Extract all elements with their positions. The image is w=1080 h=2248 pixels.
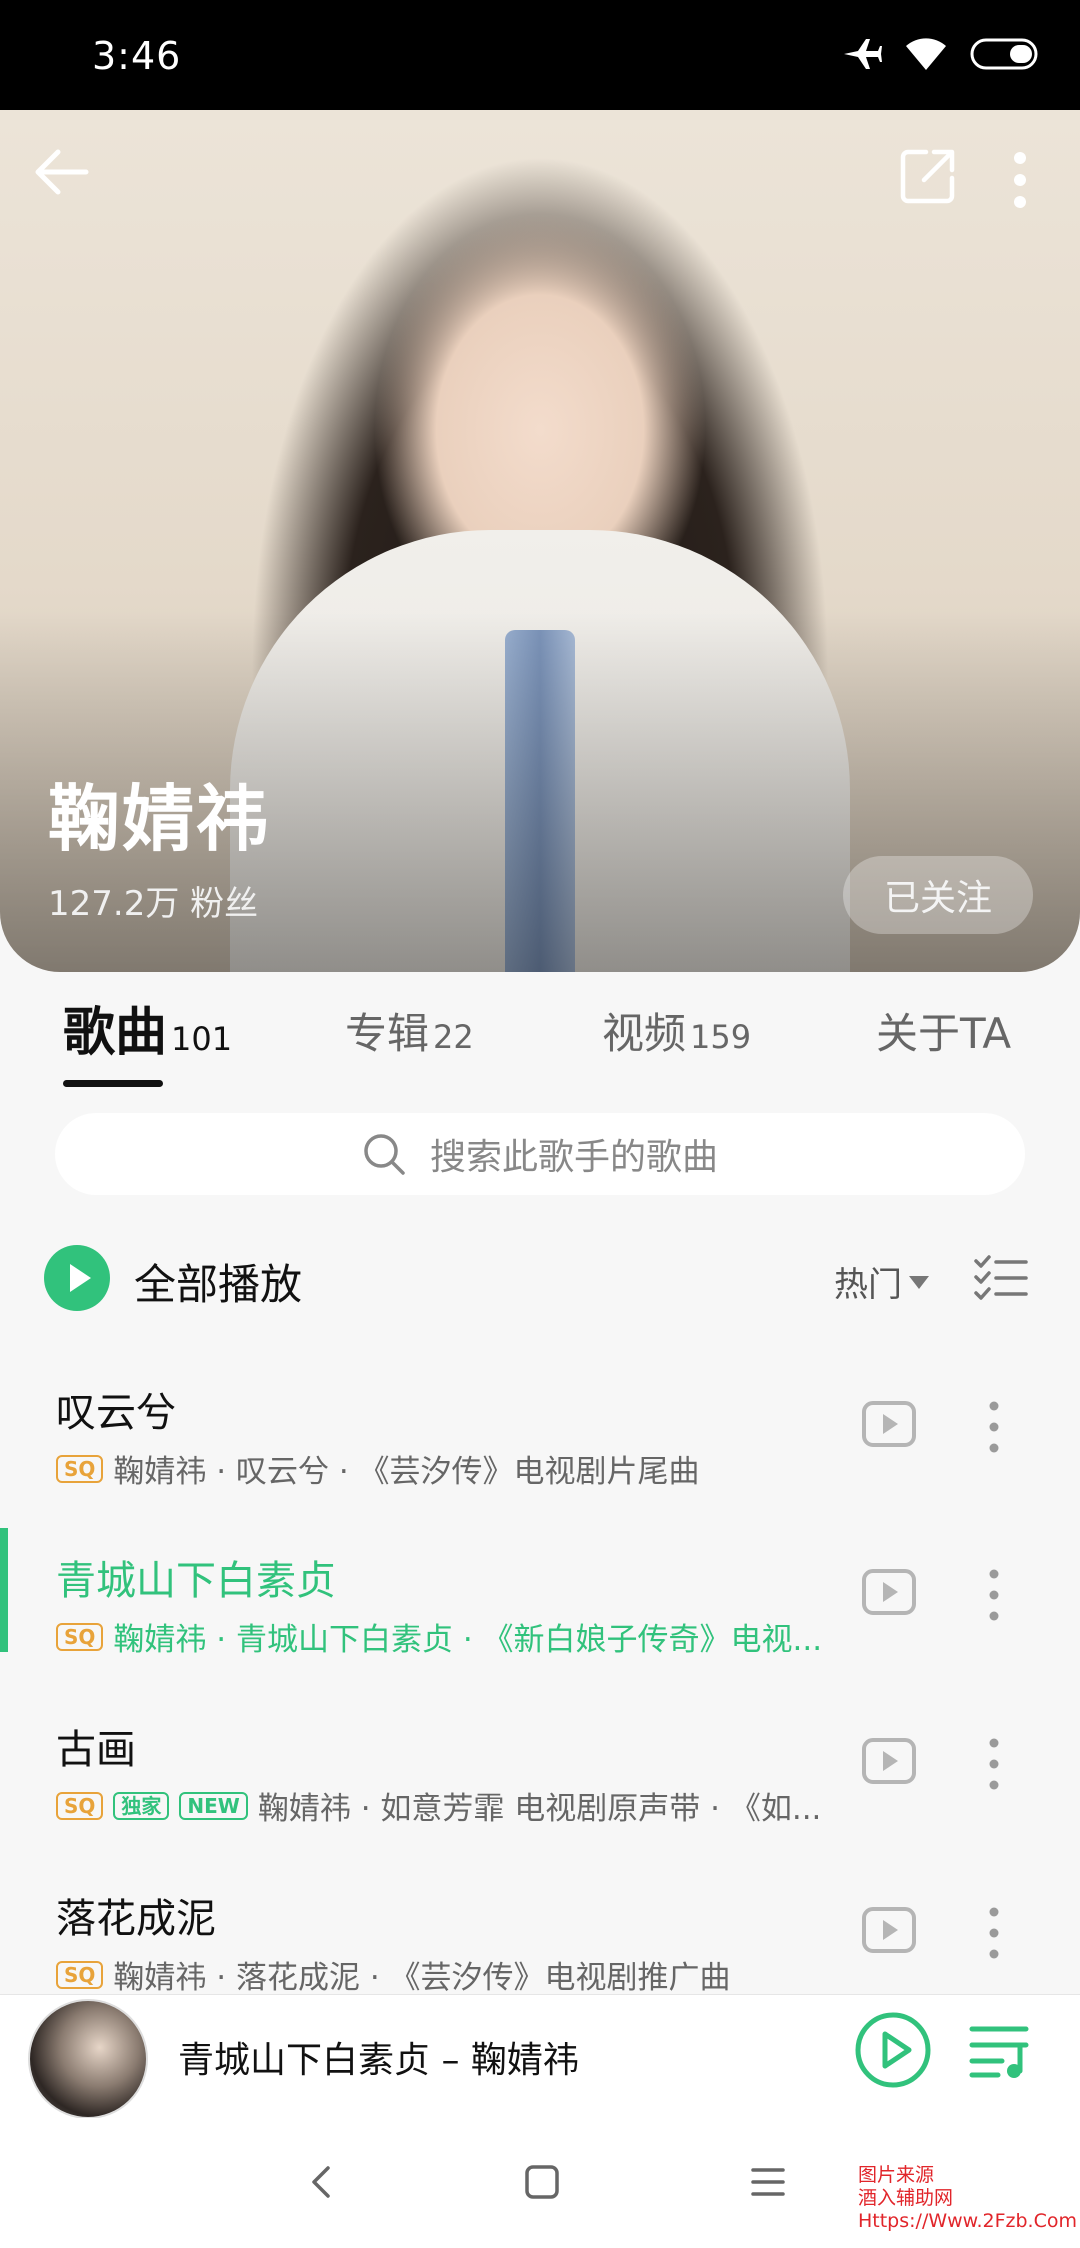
tab-label: 关于TA — [876, 1009, 1012, 1058]
artist-tabs: 歌曲 101 专辑 22 视频 159 关于TA — [0, 990, 1080, 1090]
play-all-button[interactable] — [44, 1245, 110, 1311]
watermark: 图片来源 酒入辅助网 Https://Www.2Fzb.Com — [858, 2164, 1077, 2233]
song-more-icon[interactable] — [984, 1906, 1004, 1960]
nav-home-icon[interactable] — [522, 2162, 562, 2202]
song-title: 落花成泥 — [56, 1896, 216, 1942]
song-meta: SQ 鞠婧祎 · 叹云兮 · 《芸汐传》电视剧片尾曲 — [56, 1446, 700, 1491]
status-bar: 3:46 — [0, 0, 1080, 110]
song-meta: SQ 鞠婧祎 · 青城山下白素贞 · 《新白娘子传奇》电视... — [56, 1614, 822, 1659]
tab-about[interactable]: 关于TA — [876, 1000, 1011, 1061]
mv-play-icon[interactable] — [861, 1568, 917, 1616]
artist-hero: 鞠婧祎 127.2万 粉丝 已关注 — [0, 110, 1080, 972]
nav-back-icon[interactable] — [302, 2162, 342, 2202]
tab-count: 101 — [171, 1020, 233, 1058]
quality-badge: 独家 — [113, 1791, 170, 1820]
quality-badge: NEW — [179, 1791, 248, 1820]
back-arrow-icon[interactable] — [30, 140, 94, 204]
artist-name: 鞠婧祎 — [48, 777, 271, 861]
search-icon — [364, 1134, 405, 1175]
sort-dropdown[interactable]: 热门 — [834, 1257, 930, 1306]
tab-label: 视频 — [602, 1009, 687, 1058]
watermark-line: 酒入辅助网 — [858, 2187, 954, 2209]
tab-label: 歌曲 — [63, 1003, 168, 1063]
tab-videos[interactable]: 视频 159 — [602, 1000, 751, 1061]
song-meta-text: 鞠婧祎 · 落花成泥 · 《芸汐传》电视剧推广曲 — [113, 1960, 731, 1996]
mv-play-icon[interactable] — [861, 1737, 917, 1785]
song-title: 古画 — [56, 1727, 136, 1773]
tab-albums[interactable]: 专辑 22 — [345, 1000, 474, 1061]
song-row[interactable]: 古画 SQ 独家 NEW 鞠婧祎 · 如意芳霏 电视剧原声带 · 《如... — [0, 1717, 1080, 1877]
song-more-icon[interactable] — [984, 1400, 1004, 1454]
song-row[interactable]: 青城山下白素贞 SQ 鞠婧祎 · 青城山下白素贞 · 《新白娘子传奇》电视... — [0, 1528, 1080, 1708]
quality-badge: SQ — [56, 1960, 104, 1989]
nav-menu-icon[interactable] — [748, 2162, 788, 2202]
album-cover[interactable] — [28, 1999, 148, 2119]
caret-down-icon — [909, 1275, 929, 1289]
play-all-row: 全部播放 热门 — [44, 1245, 1034, 1311]
status-icons — [842, 36, 1042, 72]
tab-songs[interactable]: 歌曲 101 — [63, 990, 232, 1065]
tab-label: 专辑 — [345, 1009, 430, 1058]
multi-select-icon[interactable] — [974, 1255, 1028, 1301]
mv-play-icon[interactable] — [861, 1400, 917, 1448]
playlist-queue-icon[interactable] — [968, 2021, 1034, 2081]
song-meta: SQ 鞠婧祎 · 落花成泥 · 《芸汐传》电视剧推广曲 — [56, 1952, 731, 1997]
airplane-icon — [844, 39, 882, 69]
song-meta-text: 鞠婧祎 · 叹云兮 · 《芸汐传》电视剧片尾曲 — [113, 1454, 700, 1490]
quality-badge: SQ — [56, 1791, 104, 1820]
sort-label: 热门 — [834, 1265, 902, 1305]
song-more-icon[interactable] — [984, 1737, 1004, 1791]
active-tab-indicator — [63, 1080, 163, 1087]
song-meta-text: 鞠婧祎 · 如意芳霏 电视剧原声带 · 《如... — [257, 1791, 822, 1827]
player-play-icon[interactable] — [854, 2011, 932, 2089]
song-meta-text: 鞠婧祎 · 青城山下白素贞 · 《新白娘子传奇》电视... — [113, 1622, 823, 1658]
status-time: 3:46 — [92, 34, 182, 78]
mini-player[interactable]: 青城山下白素贞 – 鞠婧祎 — [0, 1994, 1080, 2119]
song-title: 叹云兮 — [56, 1390, 176, 1436]
song-row[interactable]: 叹云兮 SQ 鞠婧祎 · 叹云兮 · 《芸汐传》电视剧片尾曲 — [0, 1380, 1080, 1540]
more-vertical-icon[interactable] — [1002, 150, 1038, 210]
fan-count: 127.2万 粉丝 — [48, 884, 259, 924]
battery-icon — [970, 38, 1038, 70]
quality-badge: SQ — [56, 1622, 104, 1651]
now-playing-title[interactable]: 青城山下白素贞 – 鞠婧祎 — [178, 2031, 579, 2083]
song-more-icon[interactable] — [984, 1568, 1004, 1622]
share-icon[interactable] — [898, 146, 958, 206]
play-all-label[interactable]: 全部播放 — [134, 1251, 302, 1312]
follow-button[interactable]: 已关注 — [843, 856, 1033, 934]
tab-count: 22 — [433, 1018, 474, 1056]
watermark-line: Https://Www.2Fzb.Com — [858, 2210, 1078, 2232]
now-playing-indicator — [0, 1528, 8, 1652]
artist-song-search[interactable]: 搜索此歌手的歌曲 — [55, 1113, 1025, 1195]
song-meta: SQ 独家 NEW 鞠婧祎 · 如意芳霏 电视剧原声带 · 《如... — [56, 1783, 821, 1828]
tab-count: 159 — [690, 1018, 752, 1056]
watermark-line: 图片来源 — [858, 2164, 935, 2186]
song-title: 青城山下白素贞 — [56, 1558, 336, 1604]
wifi-icon — [906, 38, 946, 70]
search-placeholder: 搜索此歌手的歌曲 — [429, 1137, 718, 1178]
play-icon — [70, 1264, 91, 1292]
quality-badge: SQ — [56, 1454, 104, 1483]
mv-play-icon[interactable] — [861, 1906, 917, 1954]
